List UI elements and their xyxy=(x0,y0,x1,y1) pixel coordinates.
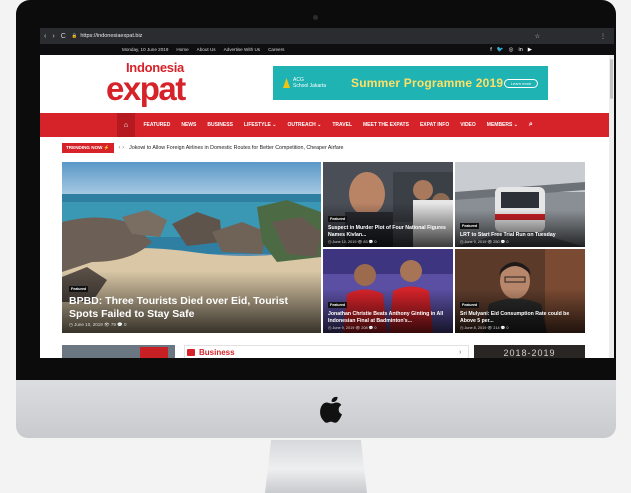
featured-main-caption: Featured BPBD: Three Tourists Died over … xyxy=(62,271,321,333)
tile-title[interactable]: LRT to Start Free Trial Run on Tuesday xyxy=(460,232,580,239)
tile-title[interactable]: Suspect in Murder Plot of Four National … xyxy=(328,225,448,238)
social-links: f 🐦 ◎ in ▶ xyxy=(490,47,532,53)
lock-icon: 🔒 xyxy=(71,33,78,38)
nav-item-members[interactable]: MEMBERS ⌄ xyxy=(481,122,523,128)
ad-sponsor: ACG School Jakarta xyxy=(273,77,341,89)
browser-window: ‹ › C 🔒 https://indonesiaexpat.biz ☆ ⋮ M… xyxy=(40,28,614,358)
scrollbar-thumb[interactable] xyxy=(610,59,613,99)
trending-label: TRENDING NOW ⚡ xyxy=(62,143,114,153)
bookmark-star-icon[interactable]: ☆ xyxy=(535,33,540,40)
topbar-link-advertise[interactable]: Advertise With Us xyxy=(224,47,261,52)
nav-item-news[interactable]: NEWS xyxy=(176,122,202,128)
nav-item-outreach[interactable]: OUTREACH ⌄ xyxy=(282,122,327,128)
featured-tile[interactable]: Featured Sri Mulyani: Eid Consumption Ra… xyxy=(455,249,585,333)
tile-caption: Featured LRT to Start Free Trial Run on … xyxy=(455,209,585,247)
nav-item-travel[interactable]: TRAVEL xyxy=(327,122,358,128)
nav-item-featured[interactable]: FEATURED xyxy=(138,122,176,128)
tile-title[interactable]: Jonathan Christie Beats Anthony Ginting … xyxy=(328,311,448,324)
topbar-link-home[interactable]: Home xyxy=(176,47,188,52)
thumbnail-accent xyxy=(140,347,168,358)
topbar-link-careers[interactable]: Careers xyxy=(268,47,284,52)
reload-icon[interactable]: C xyxy=(61,33,66,40)
featured-badge: Featured xyxy=(69,286,89,292)
site-header: Indonesia expat ACG School Jakarta Summer… xyxy=(40,55,614,113)
site-logo[interactable]: Indonesia expat xyxy=(106,61,201,107)
address-bar[interactable]: 🔒 https://indonesiaexpat.biz xyxy=(72,33,143,39)
featured-badge: Featured xyxy=(460,222,480,229)
featured-tile[interactable]: Featured LRT to Start Free Trial Run on … xyxy=(455,162,585,247)
imac-stand xyxy=(265,440,367,493)
nav-item-expat-info[interactable]: EXPAT INFO xyxy=(414,122,454,128)
featured-badge: Featured xyxy=(328,302,348,308)
header-ad-banner[interactable]: ACG School Jakarta Summer Programme 2019 … xyxy=(273,66,548,100)
nav-item-video[interactable]: VIDEO xyxy=(455,122,482,128)
camera-icon xyxy=(313,15,318,20)
forward-icon[interactable]: › xyxy=(52,33,54,40)
ad-title: Summer Programme 2019 xyxy=(351,76,504,90)
search-icon[interactable]: ⌕ xyxy=(523,121,538,129)
tile-caption: Featured Suspect in Murder Plot of Four … xyxy=(323,203,453,247)
logo-text-large: expat xyxy=(106,70,186,107)
page-scrollbar[interactable] xyxy=(609,55,614,358)
facebook-icon[interactable]: f xyxy=(490,47,492,53)
featured-main-card[interactable]: Featured BPBD: Three Tourists Died over … xyxy=(62,162,321,333)
featured-main-meta: ◷ June 10, 2019 👁 79 💬 0 xyxy=(69,322,127,327)
tile-meta: ◷ June 9, 2019 👁 208 💬 0 xyxy=(328,326,377,330)
ad-sponsor-line2: School Jakarta xyxy=(293,83,327,89)
linkedin-icon[interactable]: in xyxy=(518,47,522,53)
twitter-icon[interactable]: 🐦 xyxy=(497,47,504,53)
tile-meta: ◷ June 8, 2019 👁 214 💬 0 xyxy=(460,326,509,330)
address-bar-url: https://indonesiaexpat.biz xyxy=(80,33,143,39)
trending-bar: TRENDING NOW ⚡ ‹ › Jokowi to Allow Forei… xyxy=(40,140,614,156)
instagram-icon[interactable]: ◎ xyxy=(509,47,514,53)
browser-menu-icon[interactable]: ⋮ xyxy=(600,33,606,40)
bottom-row: Business › 2018-2019 xyxy=(62,345,585,358)
nav-item-meet-the-expats[interactable]: MEET THE EXPATS xyxy=(358,122,415,128)
featured-tile[interactable]: Featured Jonathan Christie Beats Anthony… xyxy=(323,249,453,333)
banner-years: 2018-2019 xyxy=(503,348,556,358)
bottom-left-thumbnail[interactable] xyxy=(62,345,175,358)
trending-headline[interactable]: Jokowi to Allow Foreign Airlines in Dome… xyxy=(129,145,343,151)
ad-button[interactable]: Learn more xyxy=(504,78,538,88)
bottom-right-banner[interactable]: 2018-2019 xyxy=(474,345,585,358)
nav-item-lifestyle[interactable]: LIFESTYLE ⌄ xyxy=(238,122,282,128)
imac-chin xyxy=(16,380,616,438)
featured-badge: Featured xyxy=(328,216,348,222)
trending-arrows[interactable]: ‹ › xyxy=(119,145,125,151)
main-navigation: ⌂ FEATURED NEWS BUSINESS LIFESTYLE ⌄ OUT… xyxy=(40,113,614,137)
nav-item-business[interactable]: BUSINESS xyxy=(202,122,239,128)
topbar-date: Monday, 10 June 2019 xyxy=(122,47,169,52)
briefcase-icon xyxy=(187,349,195,356)
back-icon[interactable]: ‹ xyxy=(44,33,46,40)
featured-badge: Featured xyxy=(460,302,480,308)
tile-caption: Featured Sri Mulyani: Eid Consumption Ra… xyxy=(455,289,585,333)
business-section-title: Business xyxy=(199,348,235,357)
tile-meta: ◷ June 9, 2019 👁 250 💬 0 xyxy=(460,240,509,244)
acg-logo-icon xyxy=(283,78,290,88)
tile-caption: Featured Jonathan Christie Beats Anthony… xyxy=(323,289,453,333)
tile-title[interactable]: Sri Mulyani: Eid Consumption Rate could … xyxy=(460,311,580,324)
chevron-right-icon[interactable]: › xyxy=(459,349,461,356)
business-section-header[interactable]: Business › xyxy=(187,348,461,357)
home-icon[interactable]: ⌂ xyxy=(117,113,135,137)
tile-meta: ◷ June 10, 2019 👁 83 💬 0 xyxy=(328,240,377,244)
featured-grid: Featured BPBD: Three Tourists Died over … xyxy=(62,162,585,333)
featured-tile[interactable]: Featured Suspect in Murder Plot of Four … xyxy=(323,162,453,247)
featured-main-title[interactable]: BPBD: Three Tourists Died over Eid, Tour… xyxy=(69,295,314,321)
site-topbar: Monday, 10 June 2019 Home About Us Adver… xyxy=(40,44,614,55)
browser-toolbar: ‹ › C 🔒 https://indonesiaexpat.biz ☆ ⋮ xyxy=(40,28,614,44)
apple-logo-icon xyxy=(320,396,342,423)
topbar-link-about[interactable]: About Us xyxy=(197,47,216,52)
youtube-icon[interactable]: ▶ xyxy=(528,47,532,53)
